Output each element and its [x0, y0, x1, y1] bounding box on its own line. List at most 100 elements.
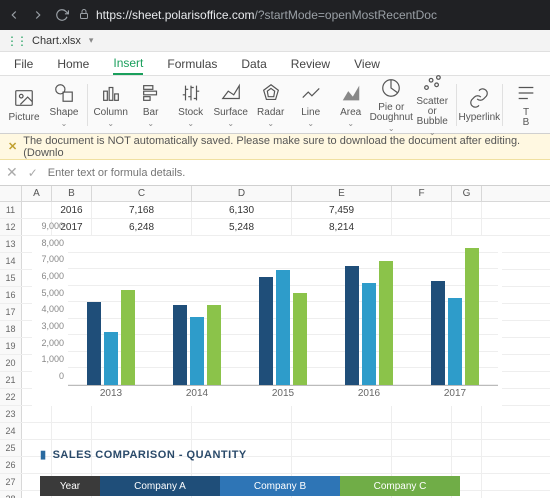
chart[interactable]: 01,0002,0003,0004,0005,0006,0007,0008,00… — [32, 236, 502, 406]
cell-B11[interactable]: 2016 — [52, 202, 92, 218]
formula-cancel-icon[interactable]: ✕ — [6, 164, 18, 181]
col-header-G[interactable]: G — [452, 186, 482, 201]
ribbon-t-b[interactable]: TB — [506, 77, 546, 133]
row-header-20[interactable]: 20 — [0, 355, 22, 371]
ribbon-radar[interactable]: Radar⌄ — [251, 77, 291, 133]
cell-E24[interactable] — [292, 423, 392, 439]
row-header-25[interactable]: 25 — [0, 440, 22, 456]
formula-accept-icon[interactable]: ✓ — [28, 166, 38, 180]
ribbon-line[interactable]: Line⌄ — [291, 77, 331, 133]
row-header-27[interactable]: 27 — [0, 474, 22, 490]
cell-G24[interactable] — [452, 423, 482, 439]
cell-G26[interactable] — [452, 457, 482, 473]
menu-data[interactable]: Data — [241, 54, 266, 74]
bar[interactable] — [259, 277, 273, 385]
cell-E26[interactable] — [292, 457, 392, 473]
reload-icon[interactable] — [54, 7, 70, 23]
row-header-26[interactable]: 26 — [0, 457, 22, 473]
bar[interactable] — [121, 290, 135, 385]
row-header-13[interactable]: 13 — [0, 236, 22, 252]
row-header-11[interactable]: 11 — [0, 202, 22, 218]
bar[interactable] — [173, 305, 187, 385]
bar[interactable] — [87, 302, 101, 385]
address-bar[interactable]: https://sheet.polarisoffice.com/?startMo… — [78, 8, 544, 23]
col-header-C[interactable]: C — [92, 186, 192, 201]
cell-F11[interactable] — [392, 202, 452, 218]
menu-file[interactable]: File — [14, 54, 33, 74]
cell-D11[interactable]: 6,130 — [192, 202, 292, 218]
bar[interactable] — [207, 305, 221, 385]
bar[interactable] — [104, 332, 118, 385]
cell-F25[interactable] — [392, 440, 452, 456]
cell-C24[interactable] — [92, 423, 192, 439]
row-header-28[interactable]: 28 — [0, 491, 22, 498]
back-icon[interactable] — [6, 7, 22, 23]
cell-F12[interactable] — [392, 219, 452, 235]
cell-E25[interactable] — [292, 440, 392, 456]
cell-A11[interactable] — [22, 202, 52, 218]
ribbon-column[interactable]: Column⌄ — [91, 77, 131, 133]
menu-formulas[interactable]: Formulas — [167, 54, 217, 74]
row-header-18[interactable]: 18 — [0, 321, 22, 337]
col-header-F[interactable]: F — [392, 186, 452, 201]
warning-close-icon[interactable]: ✕ — [8, 140, 17, 153]
forward-icon[interactable] — [30, 7, 46, 23]
ribbon-pie-or-doughnut[interactable]: Pie orDoughnut⌄ — [371, 77, 412, 133]
ribbon-shape[interactable]: Shape⌄ — [44, 77, 84, 133]
cell-C11[interactable]: 7,168 — [92, 202, 192, 218]
row-header-22[interactable]: 22 — [0, 389, 22, 405]
bar[interactable] — [293, 293, 307, 385]
row-header-16[interactable]: 16 — [0, 287, 22, 303]
cell-F26[interactable] — [392, 457, 452, 473]
cell-D24[interactable] — [192, 423, 292, 439]
cell-E11[interactable]: 7,459 — [292, 202, 392, 218]
cell-D12[interactable]: 5,248 — [192, 219, 292, 235]
bar[interactable] — [276, 270, 290, 385]
bar[interactable] — [448, 298, 462, 385]
cell-C23[interactable] — [92, 406, 192, 422]
bar[interactable] — [362, 283, 376, 385]
col-header-A[interactable]: A — [22, 186, 52, 201]
cell-F23[interactable] — [392, 406, 452, 422]
col-header-D[interactable]: D — [192, 186, 292, 201]
cell-G12[interactable] — [452, 219, 482, 235]
cell-A23[interactable] — [22, 406, 52, 422]
bar[interactable] — [190, 317, 204, 385]
ribbon-hyperlink[interactable]: Hyperlink — [459, 77, 499, 133]
row-header-23[interactable]: 23 — [0, 406, 22, 422]
ribbon-bar[interactable]: Bar⌄ — [131, 77, 171, 133]
col-header-B[interactable]: B — [52, 186, 92, 201]
cell-A24[interactable] — [22, 423, 52, 439]
row-header-24[interactable]: 24 — [0, 423, 22, 439]
menu-view[interactable]: View — [354, 54, 380, 74]
cell-G23[interactable] — [452, 406, 482, 422]
formula-input[interactable] — [48, 167, 544, 179]
cell-F24[interactable] — [392, 423, 452, 439]
row-header-19[interactable]: 19 — [0, 338, 22, 354]
cell-D23[interactable] — [192, 406, 292, 422]
ribbon-stock[interactable]: Stock⌄ — [171, 77, 211, 133]
cell-B23[interactable] — [52, 406, 92, 422]
row-header-15[interactable]: 15 — [0, 270, 22, 286]
select-all-cell[interactable] — [0, 186, 22, 201]
ribbon-area[interactable]: Area⌄ — [331, 77, 371, 133]
cell-E23[interactable] — [292, 406, 392, 422]
menu-home[interactable]: Home — [57, 54, 89, 74]
cell-C12[interactable]: 6,248 — [92, 219, 192, 235]
bar[interactable] — [431, 281, 445, 385]
ribbon-picture[interactable]: Picture — [4, 77, 44, 133]
row-header-21[interactable]: 21 — [0, 372, 22, 388]
cell-G25[interactable] — [452, 440, 482, 456]
cell-B24[interactable] — [52, 423, 92, 439]
ribbon-scatter-or-bubble[interactable]: Scatteror Bubble⌄ — [412, 77, 453, 133]
menu-insert[interactable]: Insert — [113, 53, 143, 75]
row-header-14[interactable]: 14 — [0, 253, 22, 269]
menu-review[interactable]: Review — [291, 54, 330, 74]
bar[interactable] — [345, 266, 359, 385]
row-header-12[interactable]: 12 — [0, 219, 22, 235]
row-header-17[interactable]: 17 — [0, 304, 22, 320]
cell-E12[interactable]: 8,214 — [292, 219, 392, 235]
title-dropdown-icon[interactable]: ▾ — [89, 35, 94, 46]
ribbon-surface[interactable]: Surface⌄ — [211, 77, 251, 133]
cell-G11[interactable] — [452, 202, 482, 218]
